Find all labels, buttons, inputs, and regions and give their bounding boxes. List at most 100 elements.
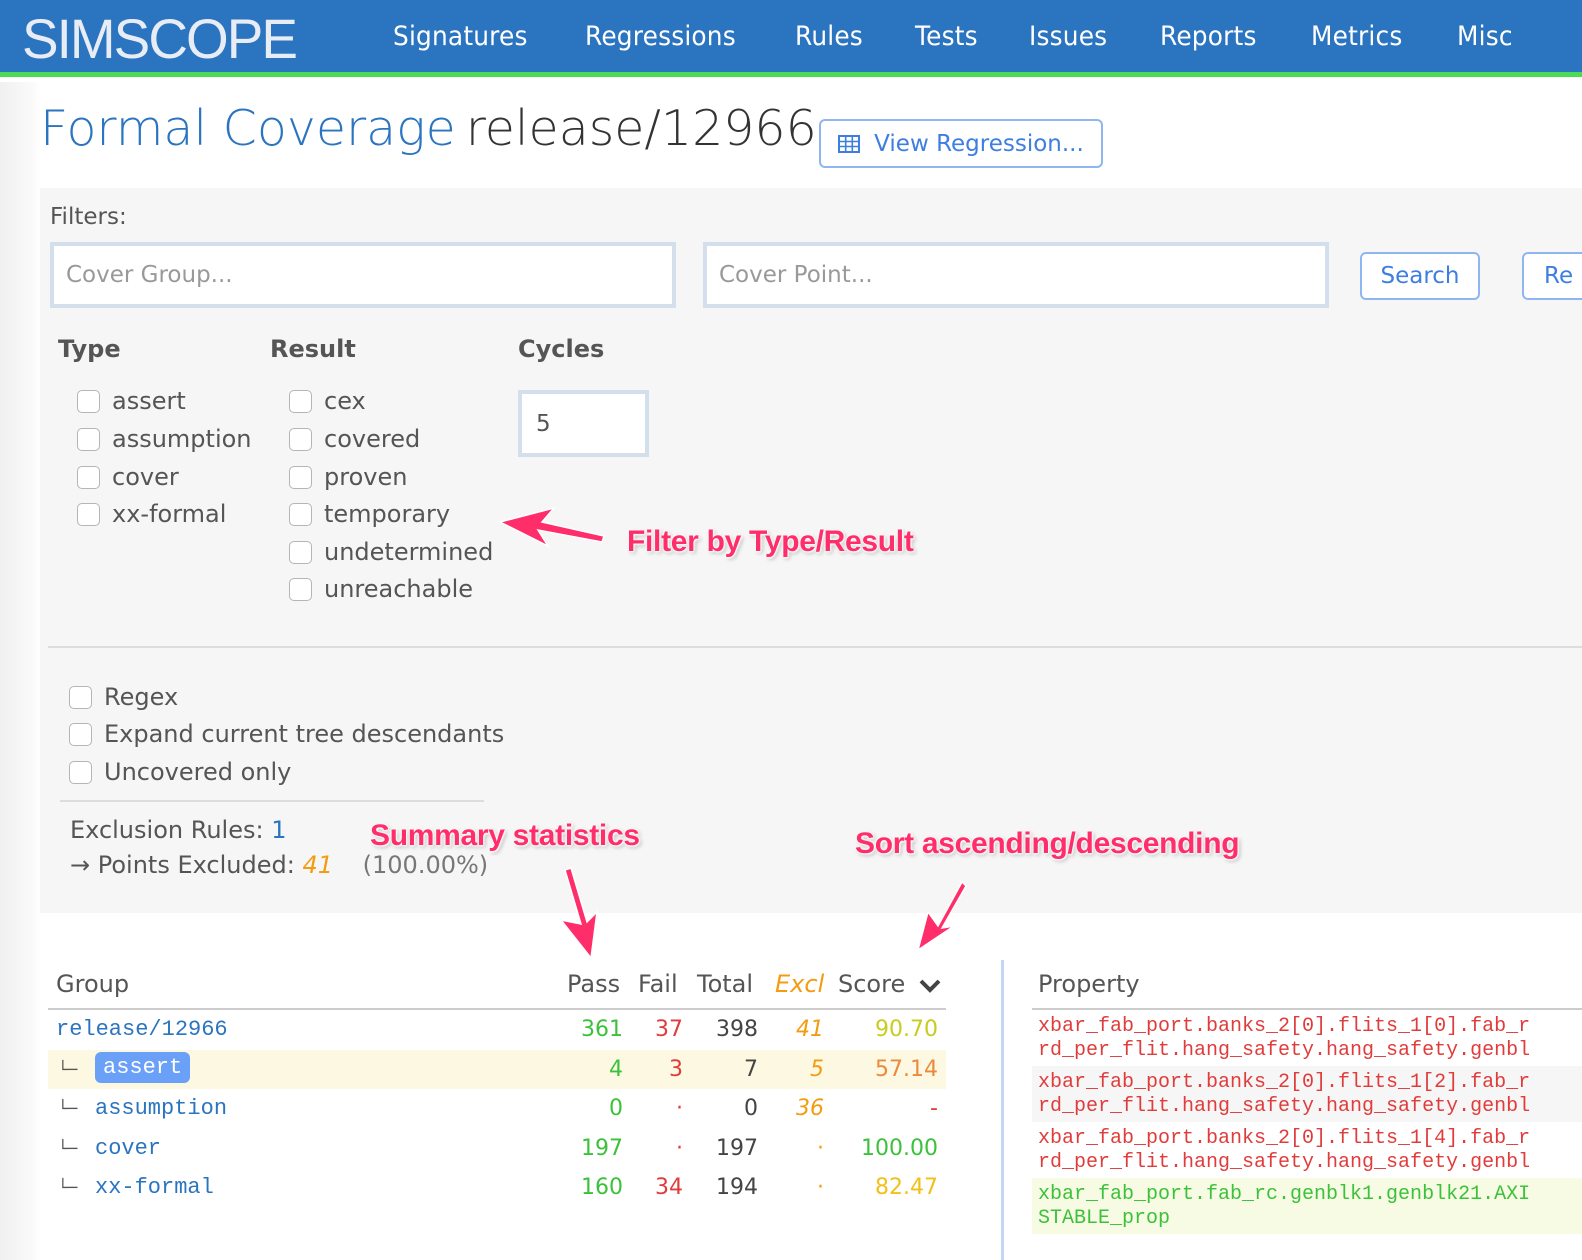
annotation-arrow-filter [497,506,605,548]
property-row[interactable]: xbar_fab_port.banks_2[0].flits_1[0].fab_… [1032,1010,1582,1066]
panel-splitter[interactable] [1001,960,1004,1260]
nav-misc[interactable]: Misc [1457,21,1513,52]
result-option-cex[interactable]: cex [289,387,366,415]
option-label: assumption [112,425,252,453]
type-option-cover[interactable]: cover [77,463,179,491]
property-row[interactable]: xbar_fab_port.fab_rc.genblk1.genblk21.AX… [1032,1178,1582,1234]
option-regex[interactable]: Regex [69,683,178,711]
result-option-undetermined[interactable]: undetermined [289,538,493,566]
cover-group-input[interactable]: Cover Group... [50,242,676,308]
total-count: 197 [716,1135,758,1161]
cycles-input[interactable]: 5 [518,390,649,457]
group-row[interactable]: └─ cover 197 · 197 · 100.00 [48,1129,946,1169]
result-option-proven[interactable]: proven [289,463,407,491]
property-name-line: xbar_fab_port.banks_2[0].flits_1[2].fab_… [1038,1071,1531,1094]
col-property[interactable]: Property [1038,970,1140,998]
sort-chevron-down-icon[interactable] [919,978,941,994]
top-navbar: SIMSCOPE Signatures Regressions Rules Te… [0,0,1582,77]
excl-count: · [817,1135,824,1161]
nav-metrics[interactable]: Metrics [1311,21,1402,52]
property-name-line: xbar_fab_port.banks_2[0].flits_1[4].fab_… [1038,1127,1531,1150]
group-row[interactable]: └─ assumption 0 · 0 36- [48,1089,946,1129]
result-option-covered[interactable]: covered [289,425,420,453]
points-excluded-label: → Points Excluded: [70,851,295,879]
view-regression-label: View Regression... [874,130,1084,157]
checkbox[interactable] [69,760,92,784]
col-excl[interactable]: Excl [775,970,824,998]
property-row[interactable]: xbar_fab_port.banks_2[0].flits_1[2].fab_… [1032,1066,1582,1122]
option-label: covered [324,425,421,453]
option-label: Regex [104,683,179,711]
group-row[interactable]: └─ assert 4 3 7 5 57.14 [48,1049,946,1089]
checkbox[interactable] [69,685,92,709]
nav-regressions[interactable]: Regressions [585,21,736,52]
nav-reports[interactable]: Reports [1160,21,1257,52]
annotation-sort: Sort ascending/descending [855,827,1240,860]
type-option-assumption[interactable]: assumption [77,425,252,453]
group-link[interactable]: release/12966 [56,1017,228,1042]
total-count: 0 [744,1096,758,1121]
group-row[interactable]: └─ xx-formal 160 34 194 · 82.47 [48,1168,946,1208]
group-table-body: release/12966 361 37 398 41 90.70 └─ assert 4 3 7 5… [48,1010,946,1208]
option-uncovered-only[interactable]: Uncovered only [69,758,291,786]
cover-point-input[interactable]: Cover Point... [703,242,1329,308]
reset-button[interactable]: Re [1522,252,1582,300]
property-row[interactable]: xbar_fab_port.banks_2[0].flits_1[4].fab_… [1032,1122,1582,1178]
checkbox[interactable] [77,465,100,489]
nav-issues[interactable]: Issues [1029,21,1107,52]
checkbox[interactable] [77,427,100,451]
option-expand-descendants[interactable]: Expand current tree descendants [69,720,504,748]
col-total[interactable]: Total [697,970,753,998]
checkbox[interactable] [289,427,312,451]
nav-tests[interactable]: Tests [915,21,978,52]
checkbox[interactable] [289,389,312,413]
group-link[interactable]: assert [95,1051,191,1083]
type-option-xx-formal[interactable]: xx-formal [77,500,226,528]
page-title-prefix: Formal Coverage [40,100,456,157]
property-table-body: xbar_fab_port.banks_2[0].flits_1[0].fab_… [1032,1010,1582,1234]
filters-label: Filters: [50,204,127,230]
checkbox[interactable] [77,389,100,413]
property-name-line: rd_per_flit.hang_safety.hang_safety.genb… [1038,1095,1531,1118]
group-link[interactable]: xx-formal [95,1175,214,1200]
score-value: 90.70 [875,1017,938,1042]
property-table-header: Property [1032,960,1582,1010]
checkbox[interactable] [289,577,312,601]
nav-menu: Signatures Regressions Rules Tests Issue… [370,0,1540,72]
search-button[interactable]: Search [1360,252,1480,300]
option-label: cover [112,463,179,491]
property-name-line: STABLE_prop [1038,1207,1171,1230]
tree-branch-icon: └─ [58,1059,78,1079]
option-label: unreachable [324,575,474,603]
col-pass[interactable]: Pass [567,970,620,998]
exclusion-rules-count[interactable]: 1 [271,816,286,844]
checkbox[interactable] [289,540,312,564]
view-regression-button[interactable]: View Regression... [819,119,1103,168]
checkbox[interactable] [69,722,92,746]
property-name-line: rd_per_flit.hang_safety.hang_safety.genb… [1038,1151,1531,1174]
checkbox[interactable] [289,465,312,489]
brand-logo[interactable]: SIMSCOPE [22,6,298,71]
col-score-label: Score [838,970,906,998]
nav-rules[interactable]: Rules [795,21,863,52]
score-value: - [930,1096,938,1121]
result-option-temporary[interactable]: temporary [289,500,450,528]
col-score[interactable]: Score [838,970,941,998]
checkbox[interactable] [77,502,100,526]
type-heading: Type [58,335,121,363]
group-row[interactable]: release/12966 361 37 398 41 90.70 [48,1010,946,1050]
col-fail[interactable]: Fail [638,970,678,998]
fail-count: 34 [655,1175,683,1200]
cycles-heading: Cycles [518,335,605,363]
group-link[interactable]: cover [95,1136,161,1161]
type-option-assert[interactable]: assert [77,387,186,415]
nav-signatures[interactable]: Signatures [393,21,528,52]
group-link[interactable]: assumption [95,1096,227,1121]
checkbox[interactable] [289,502,312,526]
annotation-arrow-summary [559,867,599,960]
exclusion-rules-label: Exclusion Rules: [70,816,264,844]
col-group[interactable]: Group [56,970,129,998]
result-option-unreachable[interactable]: unreachable [289,575,473,603]
option-label: cex [324,387,366,415]
property-name-line: xbar_fab_port.banks_2[0].flits_1[0].fab_… [1038,1015,1531,1038]
